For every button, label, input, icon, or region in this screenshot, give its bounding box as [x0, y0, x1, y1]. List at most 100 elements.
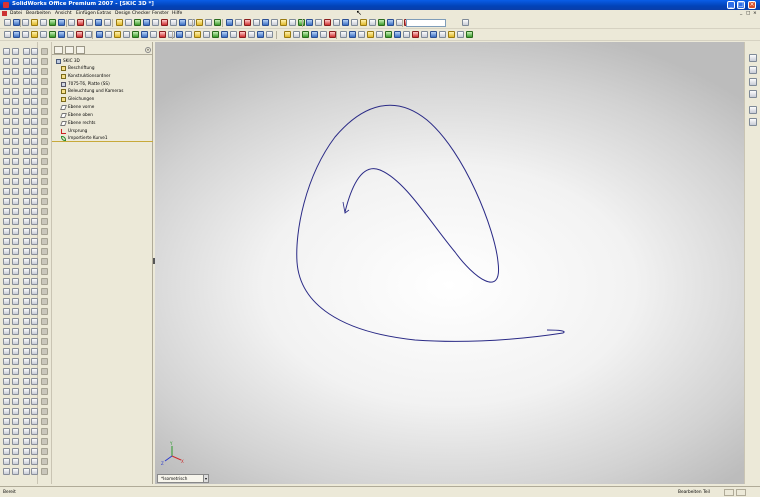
- feature-button-icon[interactable]: [266, 31, 273, 38]
- feature-button-icon[interactable]: [340, 31, 347, 38]
- feature-button-icon[interactable]: [329, 31, 336, 38]
- command-button-icon[interactable]: [31, 458, 38, 465]
- document-icon[interactable]: [2, 11, 7, 16]
- feature-button-icon[interactable]: [412, 31, 419, 38]
- command-button-icon[interactable]: [31, 298, 38, 305]
- command-button-icon[interactable]: [23, 378, 30, 385]
- command-button-icon[interactable]: [23, 418, 30, 425]
- command-button-icon[interactable]: [31, 188, 38, 195]
- command-button-icon[interactable]: [3, 328, 10, 335]
- command-button-icon[interactable]: [31, 158, 38, 165]
- menu-design-checker[interactable]: Design Checker: [115, 11, 150, 16]
- command-button-icon[interactable]: [3, 278, 10, 285]
- command-button-icon[interactable]: [23, 118, 30, 125]
- command-button-icon[interactable]: [41, 448, 48, 455]
- command-button-icon[interactable]: [31, 198, 38, 205]
- feature-button-icon[interactable]: [284, 31, 291, 38]
- feature-button-icon[interactable]: [349, 31, 356, 38]
- command-button-icon[interactable]: [23, 48, 30, 55]
- command-button-icon[interactable]: [41, 298, 48, 305]
- command-button-icon[interactable]: [41, 68, 48, 75]
- toolbar-button-icon[interactable]: [31, 19, 38, 26]
- command-button-icon[interactable]: [31, 378, 38, 385]
- command-button-icon[interactable]: [31, 118, 38, 125]
- command-button-icon[interactable]: [23, 148, 30, 155]
- menu-extras[interactable]: Extras: [97, 11, 111, 16]
- tab-feature-tree[interactable]: [54, 46, 63, 54]
- command-button-icon[interactable]: [31, 98, 38, 105]
- feature-button-icon[interactable]: [96, 31, 103, 38]
- command-button-icon[interactable]: [31, 128, 38, 135]
- command-button-icon[interactable]: [41, 368, 48, 375]
- command-button-icon[interactable]: [41, 228, 48, 235]
- command-button-icon[interactable]: [3, 118, 10, 125]
- task-pane-tab-icon[interactable]: [749, 78, 757, 86]
- graphics-area[interactable]: Y X Z *Isometrisch ▾: [155, 42, 744, 484]
- feature-button-icon[interactable]: [85, 31, 92, 38]
- feature-button-icon[interactable]: [150, 31, 157, 38]
- close-button[interactable]: ×: [748, 1, 756, 9]
- command-button-icon[interactable]: [12, 448, 19, 455]
- task-pane-tab-icon[interactable]: [749, 118, 757, 126]
- toolbar-button-icon[interactable]: [116, 19, 123, 26]
- command-button-icon[interactable]: [31, 348, 38, 355]
- feature-button-icon[interactable]: [40, 31, 47, 38]
- command-button-icon[interactable]: [12, 238, 19, 245]
- feature-button-icon[interactable]: [320, 31, 327, 38]
- toolbar-button-icon[interactable]: [289, 19, 296, 26]
- doc-restore-button[interactable]: □: [746, 11, 750, 16]
- command-button-icon[interactable]: [23, 338, 30, 345]
- feature-button-icon[interactable]: [203, 31, 210, 38]
- feature-button-icon[interactable]: [67, 31, 74, 38]
- toolbar-button-icon[interactable]: [58, 19, 65, 26]
- maximize-button[interactable]: □: [737, 1, 745, 9]
- command-button-icon[interactable]: [31, 208, 38, 215]
- command-button-icon[interactable]: [41, 318, 48, 325]
- command-button-icon[interactable]: [12, 288, 19, 295]
- command-button-icon[interactable]: [31, 218, 38, 225]
- command-button-icon[interactable]: [3, 358, 10, 365]
- toolbar-button-icon[interactable]: [152, 19, 159, 26]
- command-button-icon[interactable]: [3, 378, 10, 385]
- command-button-icon[interactable]: [23, 398, 30, 405]
- feature-button-icon[interactable]: [376, 31, 383, 38]
- toolbar-button-icon[interactable]: [306, 19, 313, 26]
- toolbar-button-icon[interactable]: [77, 19, 84, 26]
- command-button-icon[interactable]: [41, 428, 48, 435]
- command-button-icon[interactable]: [31, 228, 38, 235]
- command-button-icon[interactable]: [23, 198, 30, 205]
- command-button-icon[interactable]: [23, 408, 30, 415]
- command-button-icon[interactable]: [41, 248, 48, 255]
- tree-root-part[interactable]: SKIC 3D: [56, 57, 80, 64]
- toolbar-button-icon[interactable]: [271, 19, 278, 26]
- menu-hilfe[interactable]: Hilfe: [172, 11, 182, 16]
- command-button-icon[interactable]: [23, 218, 30, 225]
- command-button-icon[interactable]: [41, 168, 48, 175]
- toolbar-button-icon[interactable]: [333, 19, 340, 26]
- feature-button-icon[interactable]: [31, 31, 38, 38]
- command-button-icon[interactable]: [41, 98, 48, 105]
- toolbar-button-icon[interactable]: [143, 19, 150, 26]
- command-button-icon[interactable]: [23, 168, 30, 175]
- command-button-icon[interactable]: [23, 268, 30, 275]
- feature-button-icon[interactable]: [358, 31, 365, 38]
- command-button-icon[interactable]: [23, 178, 30, 185]
- command-button-icon[interactable]: [41, 148, 48, 155]
- command-button-icon[interactable]: [23, 318, 30, 325]
- command-button-icon[interactable]: [12, 258, 19, 265]
- tree-item-design-folder[interactable]: Konstruktionsordner: [61, 72, 110, 79]
- command-button-icon[interactable]: [3, 398, 10, 405]
- doc-minimize-button[interactable]: _: [740, 11, 742, 16]
- feature-button-icon[interactable]: [13, 31, 20, 38]
- configuration-combo[interactable]: [406, 19, 446, 27]
- command-button-icon[interactable]: [23, 388, 30, 395]
- command-button-icon[interactable]: [3, 388, 10, 395]
- command-button-icon[interactable]: [3, 238, 10, 245]
- command-button-icon[interactable]: [3, 168, 10, 175]
- command-button-icon[interactable]: [31, 308, 38, 315]
- command-button-icon[interactable]: [23, 258, 30, 265]
- toolbar-button-icon[interactable]: [214, 19, 221, 26]
- feature-button-icon[interactable]: [221, 31, 228, 38]
- command-button-icon[interactable]: [23, 98, 30, 105]
- toolbar-button-icon[interactable]: [104, 19, 111, 26]
